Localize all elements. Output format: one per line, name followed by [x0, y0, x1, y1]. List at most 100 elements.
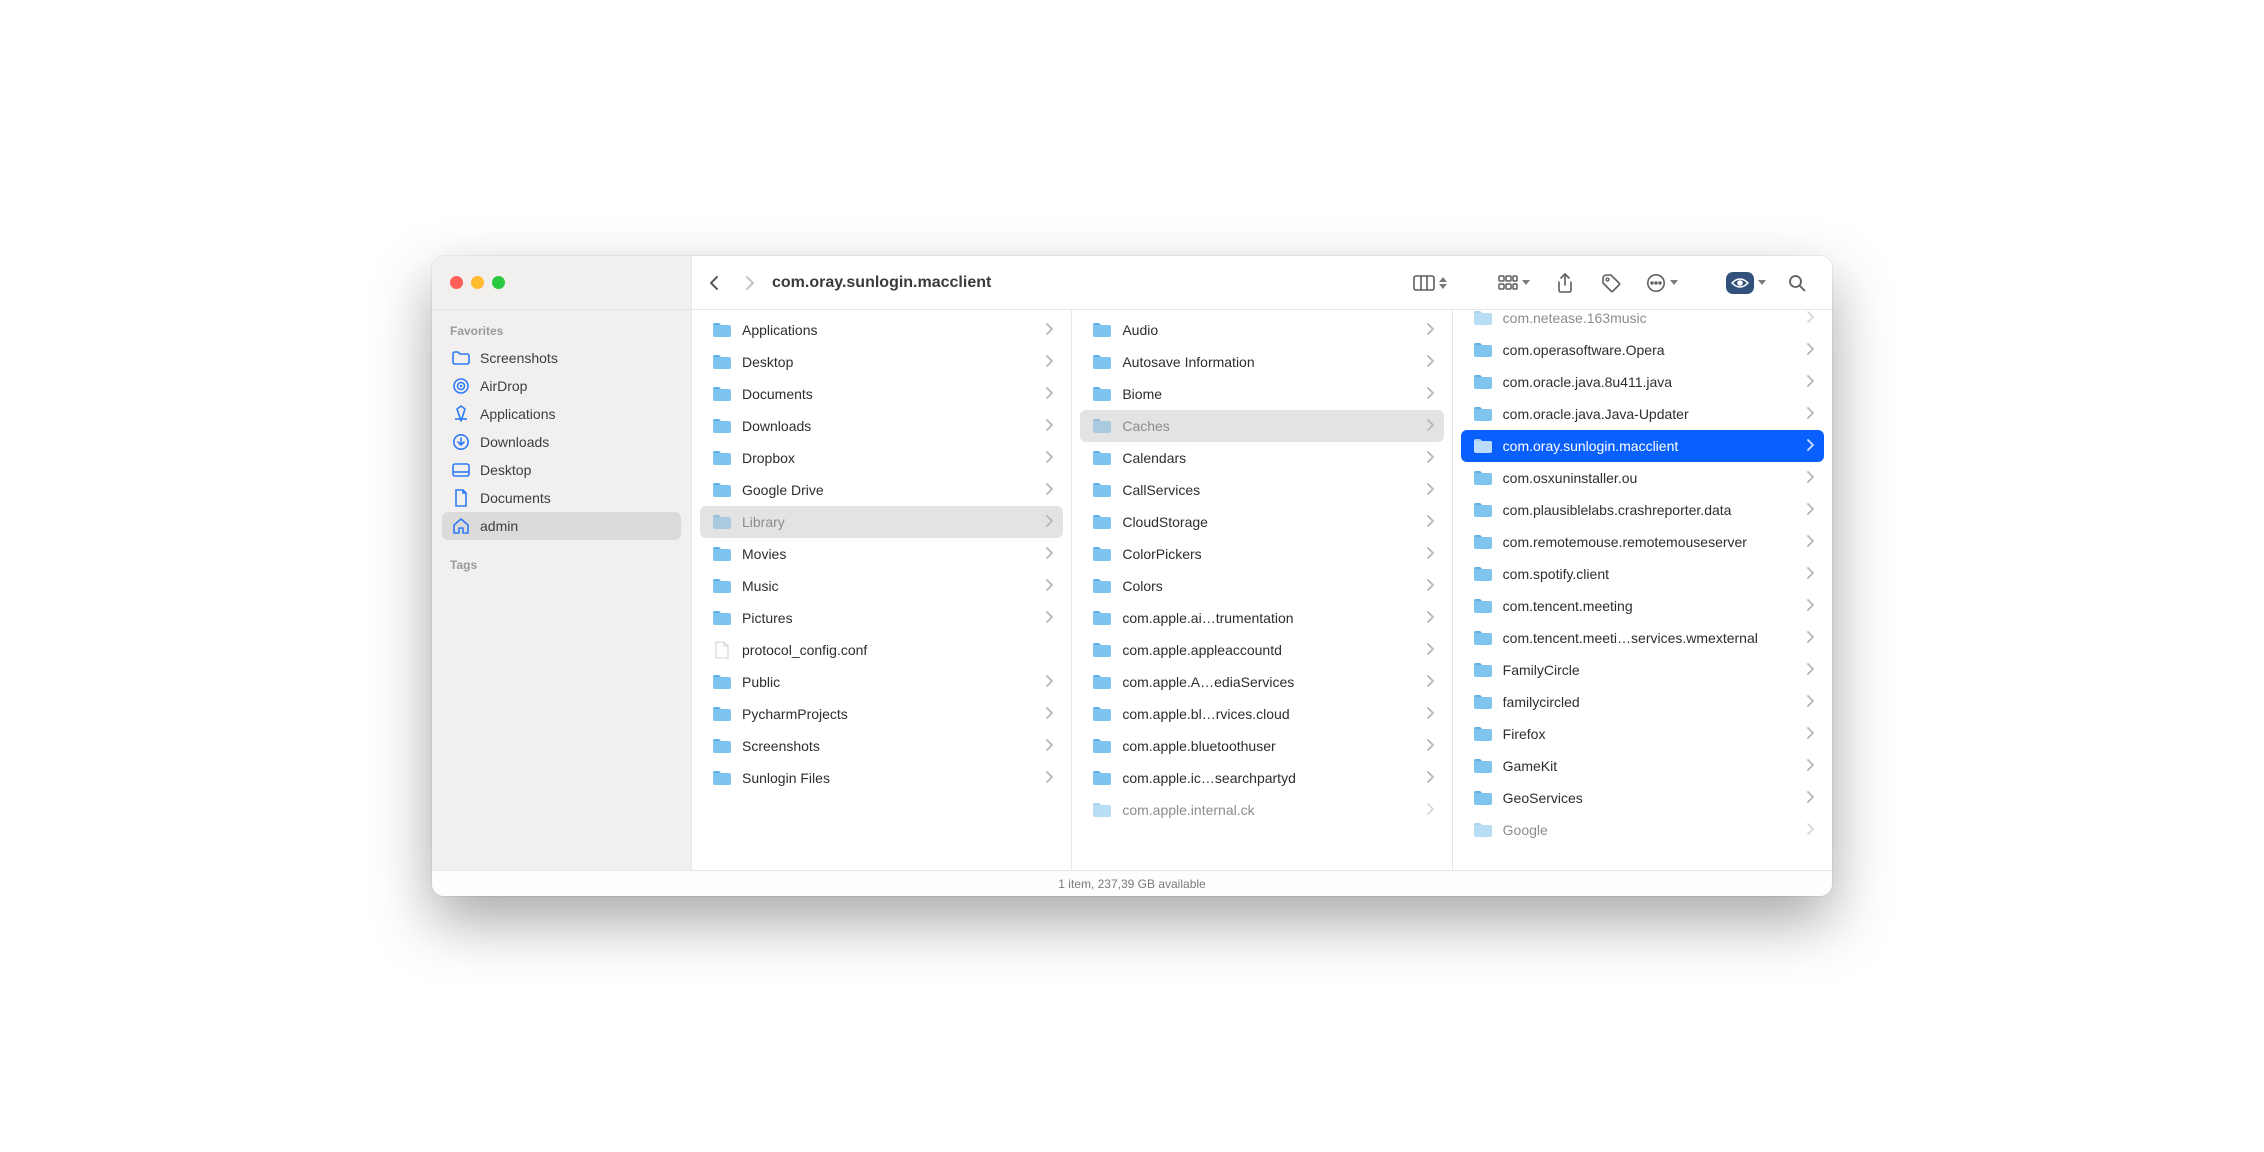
folder-row[interactable]: com.operasoftware.Opera — [1461, 334, 1824, 366]
folder-icon — [712, 672, 732, 692]
folder-row[interactable]: com.apple.bluetoothuser — [1080, 730, 1443, 762]
folder-row[interactable]: Screenshots — [700, 730, 1063, 762]
folder-row[interactable]: Pictures — [700, 602, 1063, 634]
folder-row[interactable]: Movies — [700, 538, 1063, 570]
sidebar-item-desktop[interactable]: Desktop — [442, 456, 681, 484]
folder-row[interactable]: Google — [1461, 814, 1824, 846]
folder-row[interactable]: com.oray.sunlogin.macclient — [1461, 430, 1824, 462]
sidebar-item-downloads[interactable]: Downloads — [442, 428, 681, 456]
chevron-right-icon — [1806, 406, 1814, 422]
row-label: FamilyCircle — [1503, 662, 1796, 678]
group-by-button[interactable] — [1488, 263, 1540, 303]
folder-row[interactable]: com.apple.internal.ck — [1080, 794, 1443, 826]
folder-row[interactable]: com.oracle.java.8u411.java — [1461, 366, 1824, 398]
column-0[interactable]: Applications Desktop Documents Downloads… — [692, 310, 1072, 870]
folder-icon — [1473, 436, 1493, 456]
chevron-right-icon — [1426, 514, 1434, 530]
row-label: protocol_config.conf — [742, 642, 1053, 658]
folder-icon — [1473, 660, 1493, 680]
column-2[interactable]: com.netease.163music com.operasoftware.O… — [1453, 310, 1832, 870]
folder-row[interactable]: Downloads — [700, 410, 1063, 442]
folder-row[interactable]: CallServices — [1080, 474, 1443, 506]
folder-icon — [712, 320, 732, 340]
chevron-right-icon — [1806, 374, 1814, 390]
row-label: com.tencent.meeting — [1503, 598, 1796, 614]
folder-row[interactable]: familycircled — [1461, 686, 1824, 718]
eye-icon — [1726, 272, 1754, 294]
folder-row[interactable]: com.tencent.meeti…services.wmexternal — [1461, 622, 1824, 654]
more-actions-button[interactable] — [1636, 263, 1688, 303]
chevron-right-icon — [1426, 674, 1434, 690]
preview-button[interactable] — [1720, 263, 1772, 303]
apps-icon — [452, 405, 470, 423]
folder-row[interactable]: com.apple.A…ediaServices — [1080, 666, 1443, 698]
folder-icon — [712, 480, 732, 500]
sidebar-item-airdrop[interactable]: AirDrop — [442, 372, 681, 400]
sidebar-item-screenshots[interactable]: Screenshots — [442, 344, 681, 372]
folder-row[interactable]: com.tencent.meeting — [1461, 590, 1824, 622]
folder-row[interactable]: com.spotify.client — [1461, 558, 1824, 590]
folder-row[interactable]: Documents — [700, 378, 1063, 410]
chevron-right-icon — [1045, 738, 1053, 754]
window-body: Favorites Screenshots AirDrop Applicatio… — [432, 310, 1832, 870]
folder-row[interactable]: com.netease.163music — [1461, 310, 1824, 334]
folder-row[interactable]: com.plausiblelabs.crashreporter.data — [1461, 494, 1824, 526]
folder-row[interactable]: com.remotemouse.remotemouseserver — [1461, 526, 1824, 558]
search-button[interactable] — [1776, 263, 1818, 303]
folder-row[interactable]: com.apple.appleaccountd — [1080, 634, 1443, 666]
folder-row[interactable]: Library — [700, 506, 1063, 538]
sidebar-item-documents[interactable]: Documents — [442, 484, 681, 512]
row-label: com.oracle.java.Java-Updater — [1503, 406, 1796, 422]
row-label: Public — [742, 674, 1035, 690]
close-window-button[interactable] — [450, 276, 463, 289]
file-row[interactable]: protocol_config.conf — [700, 634, 1063, 666]
chevron-right-icon — [1806, 598, 1814, 614]
row-label: com.operasoftware.Opera — [1503, 342, 1796, 358]
toolbar: com.oray.sunlogin.macclient — [692, 256, 1832, 309]
row-label: Dropbox — [742, 450, 1035, 466]
folder-row[interactable]: Biome — [1080, 378, 1443, 410]
folder-row[interactable]: CloudStorage — [1080, 506, 1443, 538]
folder-row[interactable]: FamilyCircle — [1461, 654, 1824, 686]
folder-row[interactable]: com.apple.ai…trumentation — [1080, 602, 1443, 634]
folder-row[interactable]: Colors — [1080, 570, 1443, 602]
share-button[interactable] — [1544, 263, 1586, 303]
folder-row[interactable]: Public — [700, 666, 1063, 698]
folder-row[interactable]: Firefox — [1461, 718, 1824, 750]
row-label: Google Drive — [742, 482, 1035, 498]
folder-row[interactable]: com.apple.ic…searchpartyd — [1080, 762, 1443, 794]
folder-row[interactable]: com.osxuninstaller.ou — [1461, 462, 1824, 494]
folder-row[interactable]: Dropbox — [700, 442, 1063, 474]
folder-row[interactable]: com.oracle.java.Java-Updater — [1461, 398, 1824, 430]
folder-row[interactable]: Desktop — [700, 346, 1063, 378]
folder-row[interactable]: Calendars — [1080, 442, 1443, 474]
back-button[interactable] — [700, 263, 730, 303]
chevron-right-icon — [1045, 450, 1053, 466]
folder-row[interactable]: Music — [700, 570, 1063, 602]
folder-row[interactable]: Sunlogin Files — [700, 762, 1063, 794]
tags-button[interactable] — [1590, 263, 1632, 303]
forward-button[interactable] — [734, 263, 764, 303]
column-1[interactable]: Audio Autosave Information Biome Caches … — [1072, 310, 1452, 870]
folder-row[interactable]: com.apple.bl…rvices.cloud — [1080, 698, 1443, 730]
folder-icon — [1092, 448, 1112, 468]
folder-icon — [1473, 340, 1493, 360]
folder-icon — [1092, 736, 1112, 756]
folder-row[interactable]: ColorPickers — [1080, 538, 1443, 570]
folder-icon — [712, 608, 732, 628]
folder-row[interactable]: PycharmProjects — [700, 698, 1063, 730]
maximize-window-button[interactable] — [492, 276, 505, 289]
folder-row[interactable]: Google Drive — [700, 474, 1063, 506]
view-columns-button[interactable] — [1404, 263, 1456, 303]
folder-icon — [712, 416, 732, 436]
folder-row[interactable]: Audio — [1080, 314, 1443, 346]
folder-row[interactable]: Applications — [700, 314, 1063, 346]
sidebar-item-admin[interactable]: admin — [442, 512, 681, 540]
folder-row[interactable]: Caches — [1080, 410, 1443, 442]
folder-row[interactable]: GeoServices — [1461, 782, 1824, 814]
folder-row[interactable]: GameKit — [1461, 750, 1824, 782]
minimize-window-button[interactable] — [471, 276, 484, 289]
row-label: Library — [742, 514, 1035, 530]
sidebar-item-applications[interactable]: Applications — [442, 400, 681, 428]
folder-row[interactable]: Autosave Information — [1080, 346, 1443, 378]
